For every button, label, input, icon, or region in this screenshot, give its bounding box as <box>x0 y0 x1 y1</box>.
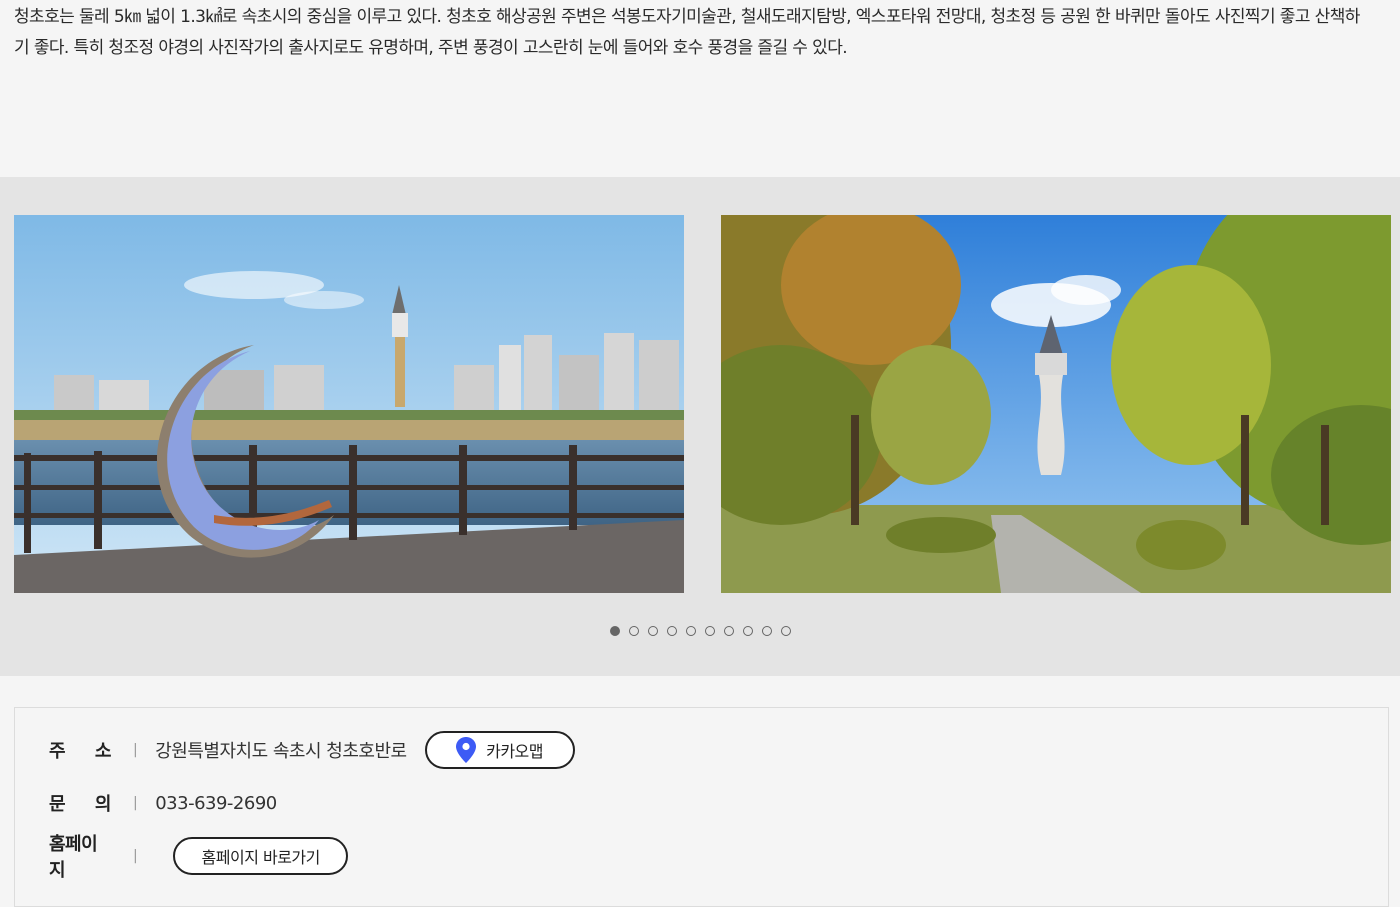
homepage-label: 홈페이지 <box>49 834 98 881</box>
address-row: 주 소 | 강원특별자치도 속초시 청초호반로 카카오맵 <box>49 731 575 769</box>
gallery-slide-1[interactable] <box>14 215 684 593</box>
pagination-dot-4[interactable] <box>666 626 677 636</box>
separator: | <box>133 848 138 864</box>
pagination-dot-10[interactable] <box>780 626 791 636</box>
phone-value: 033-639-2690 <box>155 792 277 814</box>
phone-label: 문 의 <box>49 794 112 815</box>
pagination-dot-6[interactable] <box>704 626 715 636</box>
pagination-dot-3[interactable] <box>647 626 658 636</box>
address-label: 주 소 <box>49 741 112 762</box>
pagination-dot-1[interactable] <box>609 626 620 636</box>
pagination-dot-5[interactable] <box>685 626 696 636</box>
map-pin-icon <box>456 737 477 763</box>
gallery-pagination <box>0 626 1400 636</box>
photo-expo-tower-park-path <box>721 215 1391 593</box>
homepage-row: 홈페이지 | 홈페이지 바로가기 <box>49 830 349 882</box>
phone-row: 문 의 | 033-639-2690 <box>49 790 277 816</box>
homepage-link-button[interactable]: 홈페이지 바로가기 <box>173 837 349 875</box>
photo-crescent-moon-bench-lake <box>14 215 684 593</box>
pagination-dot-8[interactable] <box>742 626 753 636</box>
address-value: 강원특별자치도 속초시 청초호반로 <box>155 741 407 762</box>
gallery-slide-2[interactable] <box>721 215 1391 593</box>
info-panel: 주 소 | 강원특별자치도 속초시 청초호반로 카카오맵 문 의 | 033-6… <box>14 707 1389 907</box>
homepage-button-label: 홈페이지 바로가기 <box>201 848 321 867</box>
pagination-dot-9[interactable] <box>761 626 772 636</box>
kakaomap-button-label: 카카오맵 <box>486 742 543 761</box>
separator: | <box>133 742 138 758</box>
intro-description: 청초호는 둘레 5㎞ 넓이 1.3㎢로 속초시의 중심을 이루고 있다. 청초호… <box>14 7 1360 58</box>
pagination-dot-2[interactable] <box>628 626 639 636</box>
photo-gallery <box>0 177 1400 676</box>
kakaomap-button[interactable]: 카카오맵 <box>424 731 575 769</box>
separator: | <box>133 795 138 811</box>
pagination-dot-7[interactable] <box>723 626 734 636</box>
